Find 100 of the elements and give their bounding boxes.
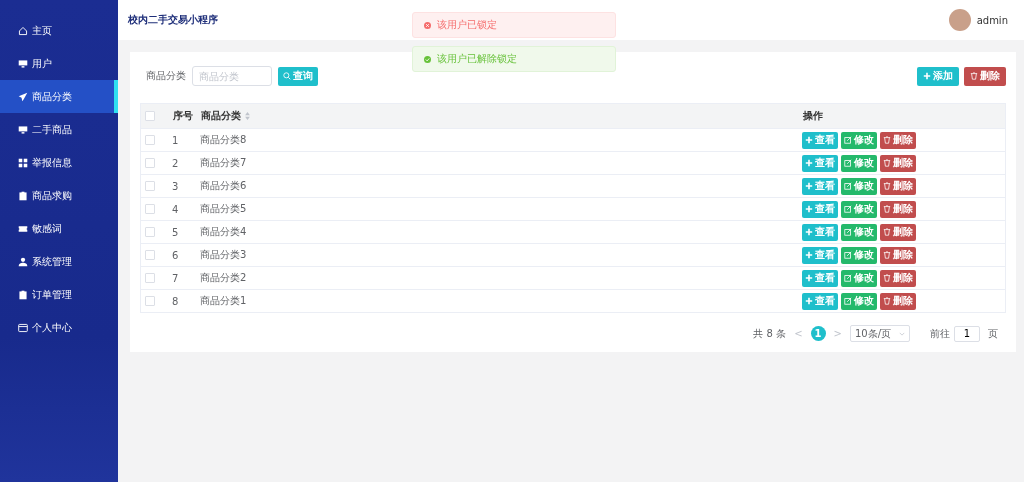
table-cell: 商品分类5 <box>200 203 247 214</box>
plus-icon <box>805 274 813 282</box>
sidebar-item[interactable]: 敏感词 <box>0 212 118 245</box>
plus-icon <box>805 251 813 259</box>
monitor-icon <box>18 58 28 69</box>
table-cell: 商品分类6 <box>200 180 247 191</box>
delete-button[interactable]: 删除 <box>880 200 916 218</box>
checkbox[interactable] <box>145 111 155 121</box>
monitor-icon <box>18 124 28 135</box>
edit-button[interactable]: 修改 <box>841 292 877 310</box>
edit-icon <box>844 228 852 236</box>
table-cell: 7 <box>172 272 179 284</box>
delete-button[interactable]: 删除 <box>880 292 916 310</box>
plus-icon <box>805 205 813 213</box>
clipboard-icon <box>18 289 28 300</box>
table-cell: 6 <box>172 249 179 261</box>
sidebar-item[interactable]: 主页 <box>0 14 118 47</box>
page-input[interactable]: 1 <box>954 325 980 342</box>
trash-icon <box>883 228 891 236</box>
checkbox[interactable] <box>145 204 155 214</box>
trash-icon <box>883 274 891 282</box>
table-cell: 商品分类3 <box>200 249 247 260</box>
delete-button[interactable]: 删除 <box>880 177 916 195</box>
edit-icon <box>844 297 852 305</box>
edit-icon <box>844 136 852 144</box>
table-cell: 3 <box>172 180 179 192</box>
edit-button[interactable]: 修改 <box>841 269 877 287</box>
edit-button[interactable]: 修改 <box>841 131 877 149</box>
ticket-icon <box>18 223 28 234</box>
sidebar-item[interactable]: 用户 <box>0 47 118 80</box>
caret-icon <box>899 331 905 336</box>
table-cell: 商品分类4 <box>200 226 247 237</box>
page-size-select[interactable]: 10条/页 <box>849 325 910 342</box>
checkbox[interactable] <box>145 296 155 306</box>
checkbox[interactable] <box>145 273 155 283</box>
sort-icon[interactable] <box>245 112 250 120</box>
page-unit: 页 <box>988 326 998 341</box>
edit-button[interactable]: 修改 <box>841 223 877 241</box>
trash-icon <box>883 205 891 213</box>
user-icon <box>18 256 28 267</box>
delete-button[interactable]: 删除 <box>964 66 1006 86</box>
edit-button[interactable]: 修改 <box>841 200 877 218</box>
plus-icon <box>805 228 813 236</box>
column-header: 操作 <box>803 110 823 121</box>
table-cell: 商品分类2 <box>200 272 247 283</box>
search-icon <box>283 72 291 80</box>
edit-icon <box>844 274 852 282</box>
delete-button[interactable]: 删除 <box>880 269 916 287</box>
clipboard-icon <box>18 190 28 201</box>
trash-icon <box>883 182 891 190</box>
user-name[interactable]: admin <box>976 14 1008 26</box>
sidebar-item[interactable]: 商品分类 <box>0 80 118 113</box>
table-cell: 商品分类8 <box>200 134 247 145</box>
column-header: 商品分类 <box>201 110 241 121</box>
sidebar-item[interactable]: 二手商品 <box>0 113 118 146</box>
trash-icon <box>970 72 978 80</box>
total-count: 共 8 条 <box>753 326 787 341</box>
trash-icon <box>883 251 891 259</box>
plus-icon <box>923 72 931 80</box>
avatar-icon[interactable] <box>948 9 971 31</box>
grid-icon <box>18 157 28 168</box>
edit-button[interactable]: 修改 <box>841 246 877 264</box>
trash-icon <box>883 297 891 305</box>
check-icon <box>424 55 431 63</box>
table-cell: 8 <box>172 295 179 307</box>
sidebar-item[interactable]: 个人中心 <box>0 311 118 344</box>
house-icon <box>18 25 28 36</box>
goto-label: 前往 <box>930 326 950 341</box>
plus-icon <box>805 297 813 305</box>
edit-button[interactable]: 修改 <box>841 154 877 172</box>
sidebar-item[interactable]: 系统管理 <box>0 245 118 278</box>
edit-icon <box>844 251 852 259</box>
delete-button[interactable]: 删除 <box>880 223 916 241</box>
toast-text: 该用户已锁定 <box>437 18 497 32</box>
table-cell: 商品分类1 <box>200 295 247 306</box>
plus-icon <box>805 136 813 144</box>
sidebar-item[interactable]: 商品求购 <box>0 179 118 212</box>
edit-icon <box>844 182 852 190</box>
edit-button[interactable]: 修改 <box>841 177 877 195</box>
edit-icon <box>844 205 852 213</box>
paper-plane-icon <box>18 91 28 102</box>
column-header: 序号 <box>173 110 193 121</box>
trash-icon <box>883 159 891 167</box>
delete-button[interactable]: 删除 <box>880 246 916 264</box>
delete-button[interactable]: 删除 <box>880 131 916 149</box>
error-icon <box>424 21 431 29</box>
delete-button[interactable]: 删除 <box>880 154 916 172</box>
table-cell: 2 <box>172 157 179 169</box>
checkbox[interactable] <box>145 158 155 168</box>
plus-icon <box>805 182 813 190</box>
edit-icon <box>844 159 852 167</box>
trash-icon <box>883 136 891 144</box>
checkbox[interactable] <box>145 250 155 260</box>
checkbox[interactable] <box>145 135 155 145</box>
checkbox[interactable] <box>145 227 155 237</box>
plus-icon <box>805 159 813 167</box>
sidebar-item[interactable]: 举报信息 <box>0 146 118 179</box>
sidebar-item[interactable]: 订单管理 <box>0 278 118 311</box>
checkbox[interactable] <box>145 181 155 191</box>
card-icon <box>18 322 28 333</box>
